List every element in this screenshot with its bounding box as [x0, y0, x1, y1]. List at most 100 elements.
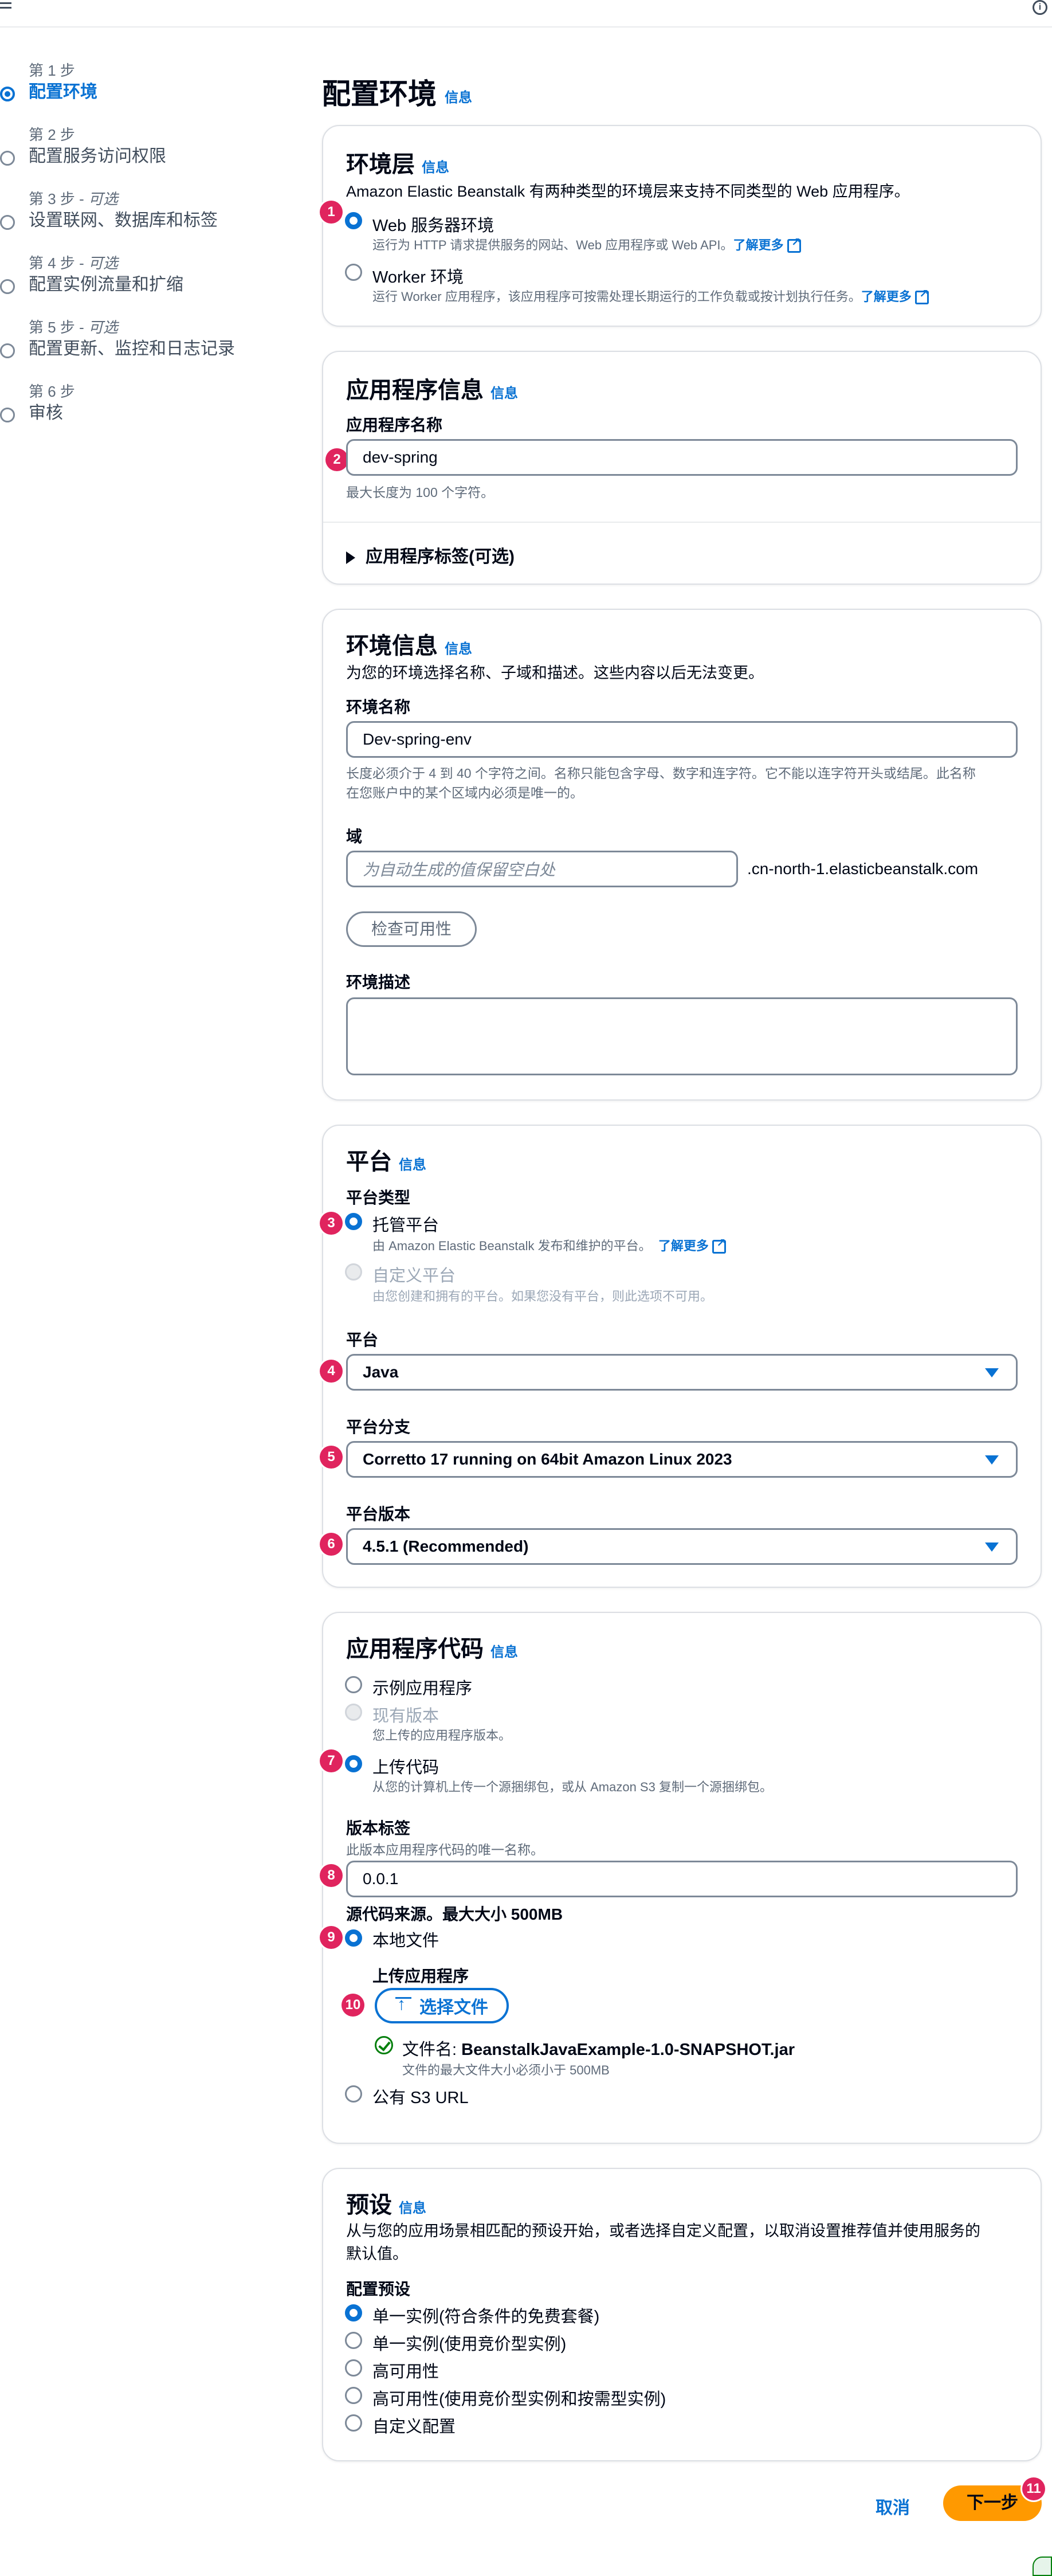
managed-platform-radio[interactable]: [345, 1213, 362, 1230]
step-5[interactable]: 第 5 步 - 可选 配置更新、监控和日志记录: [0, 317, 298, 381]
platform-type-label: 平台类型: [346, 1189, 411, 1207]
step-2[interactable]: 第 2 步 配置服务访问权限: [0, 124, 298, 189]
info-link[interactable]: 信息: [399, 1157, 426, 1173]
status-check-icon[interactable]: [1033, 2557, 1052, 2576]
s3-url-label: 公有 S3 URL: [372, 2089, 469, 2107]
domain-suffix: .cn-north-1.elasticbeanstalk.com: [747, 860, 979, 878]
external-link-icon: [914, 287, 929, 305]
custom-platform-desc: 由您创建和拥有的平台。如果您没有平台，则此选项不可用。: [372, 1289, 713, 1303]
info-link[interactable]: 信息: [445, 641, 472, 657]
preset-high-availability-radio[interactable]: [345, 2359, 362, 2377]
step-indicator-icon: [0, 151, 15, 166]
choose-file-button[interactable]: 选择文件: [375, 1988, 509, 2023]
info-link[interactable]: 信息: [422, 160, 449, 175]
step-title[interactable]: 设置联网、数据库和标签: [29, 209, 298, 232]
app-tags-expander[interactable]: 应用程序标签(可选): [346, 542, 515, 567]
platform-branch-select[interactable]: Corretto 17 running on 64bit Amazon Linu…: [346, 1441, 1018, 1478]
file-name: 文件名: BeanstalkJavaExample-1.0-SNAPSHOT.j…: [402, 2041, 795, 2059]
custom-platform-label: 自定义平台: [372, 1267, 456, 1285]
section-description: 从与您的应用场景相匹配的预设开始，或者选择自定义配置，以取消设置推荐值并使用服务…: [346, 2222, 980, 2262]
info-icon[interactable]: i: [1033, 0, 1047, 15]
sample-app-radio[interactable]: [345, 1676, 362, 1693]
step-1[interactable]: 第 1 步 配置环境: [0, 60, 298, 124]
step-indicator-icon: [0, 279, 15, 294]
platform-select[interactable]: Java: [346, 1354, 1018, 1391]
section-title: 平台 信息: [346, 1149, 426, 1175]
s3-url-radio[interactable]: [345, 2085, 362, 2103]
env-name-input[interactable]: Dev-spring-env: [346, 721, 1018, 758]
platform-version-select[interactable]: 4.5.1 (Recommended): [346, 1528, 1018, 1565]
managed-platform-label: 托管平台: [372, 1216, 439, 1235]
platform-card: 平台 信息 平台类型 3 托管平台 由 Amazon Elastic Beanst…: [320, 1125, 1042, 1588]
custom-platform-radio[interactable]: [345, 1263, 362, 1281]
version-label-input[interactable]: 0.0.1: [346, 1861, 1018, 1897]
platform-label: 平台: [346, 1331, 379, 1349]
app-name-hint: 最大长度为 100 个字符。: [346, 485, 494, 500]
step-4[interactable]: 第 4 步 - 可选 配置实例流量和扩缩: [0, 253, 298, 317]
existing-version-radio[interactable]: [345, 1704, 362, 1721]
menu-icon[interactable]: [0, 2, 13, 14]
section-title: 应用程序信息 信息: [346, 378, 518, 403]
step-badge-3: 3: [320, 1212, 343, 1235]
info-link[interactable]: 信息: [445, 90, 472, 105]
step-badge-8: 8: [320, 1864, 343, 1887]
step-6[interactable]: 第 6 步 审核: [0, 381, 298, 445]
local-file-radio[interactable]: [345, 1929, 362, 1947]
step-title[interactable]: 配置更新、监控和日志记录: [29, 338, 298, 361]
section-title: 环境层 信息: [346, 152, 449, 177]
local-file-label: 本地文件: [372, 1932, 439, 1950]
section-description: 为您的环境选择名称、子域和描述。这些内容以后无法变更。: [346, 664, 764, 682]
success-check-icon: [375, 2036, 393, 2054]
preset-single-free-radio[interactable]: [345, 2304, 362, 2321]
info-link[interactable]: 信息: [399, 2201, 426, 2216]
step-title[interactable]: 配置服务访问权限: [29, 145, 298, 168]
info-link[interactable]: 信息: [490, 1645, 518, 1660]
step-label: 第 1 步: [29, 62, 75, 79]
env-desc-textarea[interactable]: [346, 997, 1018, 1075]
cancel-button[interactable]: 取消: [876, 2493, 910, 2519]
step-badge-7: 7: [320, 1749, 343, 1772]
existing-version-desc: 您上传的应用程序版本。: [372, 1728, 512, 1743]
step-label: 第 5 步 - 可选: [29, 319, 119, 336]
existing-version-label: 现有版本: [372, 1707, 439, 1725]
caret-down-icon: [985, 1543, 999, 1552]
web-server-radio[interactable]: [345, 212, 362, 229]
preset-option-label: 高可用性(使用竞价型实例和按需型实例): [372, 2390, 666, 2409]
info-link[interactable]: 信息: [490, 386, 518, 401]
check-availability-button[interactable]: 检查可用性: [346, 911, 477, 947]
upload-code-desc: 从您的计算机上传一个源捆绑包，或从 Amazon S3 复制一个源捆绑包。: [372, 1780, 772, 1794]
learn-more-link[interactable]: 了解更多: [733, 238, 784, 252]
section-title: 环境信息 信息: [346, 633, 472, 659]
env-desc-label: 环境描述: [346, 973, 411, 991]
preset-custom-radio[interactable]: [345, 2414, 362, 2432]
worker-radio[interactable]: [345, 264, 362, 281]
step-indicator-icon: [0, 87, 15, 101]
section-title: 预设 信息: [346, 2193, 426, 2218]
step-badge-1: 1: [320, 201, 343, 224]
step-title[interactable]: 配置环境: [29, 81, 298, 104]
preset-single-spot-radio[interactable]: [345, 2332, 362, 2349]
step-badge-4: 4: [320, 1360, 343, 1383]
preset-ha-spot-radio[interactable]: [345, 2387, 362, 2404]
env-info-card: 环境信息 信息 为您的环境选择名称、子域和描述。这些内容以后无法变更。 环境名称 …: [322, 609, 1042, 1101]
caret-right-icon: [346, 551, 355, 565]
app-name-label: 应用程序名称: [346, 416, 443, 434]
file-size-hint: 文件的最大文件大小必须小于 500MB: [402, 2063, 610, 2077]
divider: [323, 522, 1041, 523]
step-3[interactable]: 第 3 步 - 可选 设置联网、数据库和标签: [0, 189, 298, 253]
app-name-input[interactable]: dev-spring: [346, 439, 1018, 476]
external-link-icon: [787, 235, 801, 253]
preset-option-label: 自定义配置: [372, 2418, 456, 2436]
step-title[interactable]: 配置实例流量和扩缩: [29, 273, 298, 296]
upload-code-radio[interactable]: [345, 1755, 362, 1772]
step-badge-9: 9: [320, 1926, 343, 1949]
domain-input[interactable]: 为自动生成的值保留空白处: [346, 851, 738, 887]
learn-more-link[interactable]: 了解更多: [658, 1239, 709, 1253]
step-badge-6: 6: [320, 1533, 343, 1556]
env-tier-card: 环境层 信息 Amazon Elastic Beanstalk 有两种类型的环境层…: [320, 125, 1042, 327]
step-title[interactable]: 审核: [29, 402, 298, 425]
domain-label: 域: [346, 828, 363, 845]
learn-more-link[interactable]: 了解更多: [861, 289, 912, 304]
version-label-desc: 此版本应用程序代码的唯一名称。: [346, 1842, 544, 1857]
app-info-card: 应用程序信息 信息 应用程序名称 2 dev-spring 最大长度为 100 个…: [322, 351, 1042, 585]
